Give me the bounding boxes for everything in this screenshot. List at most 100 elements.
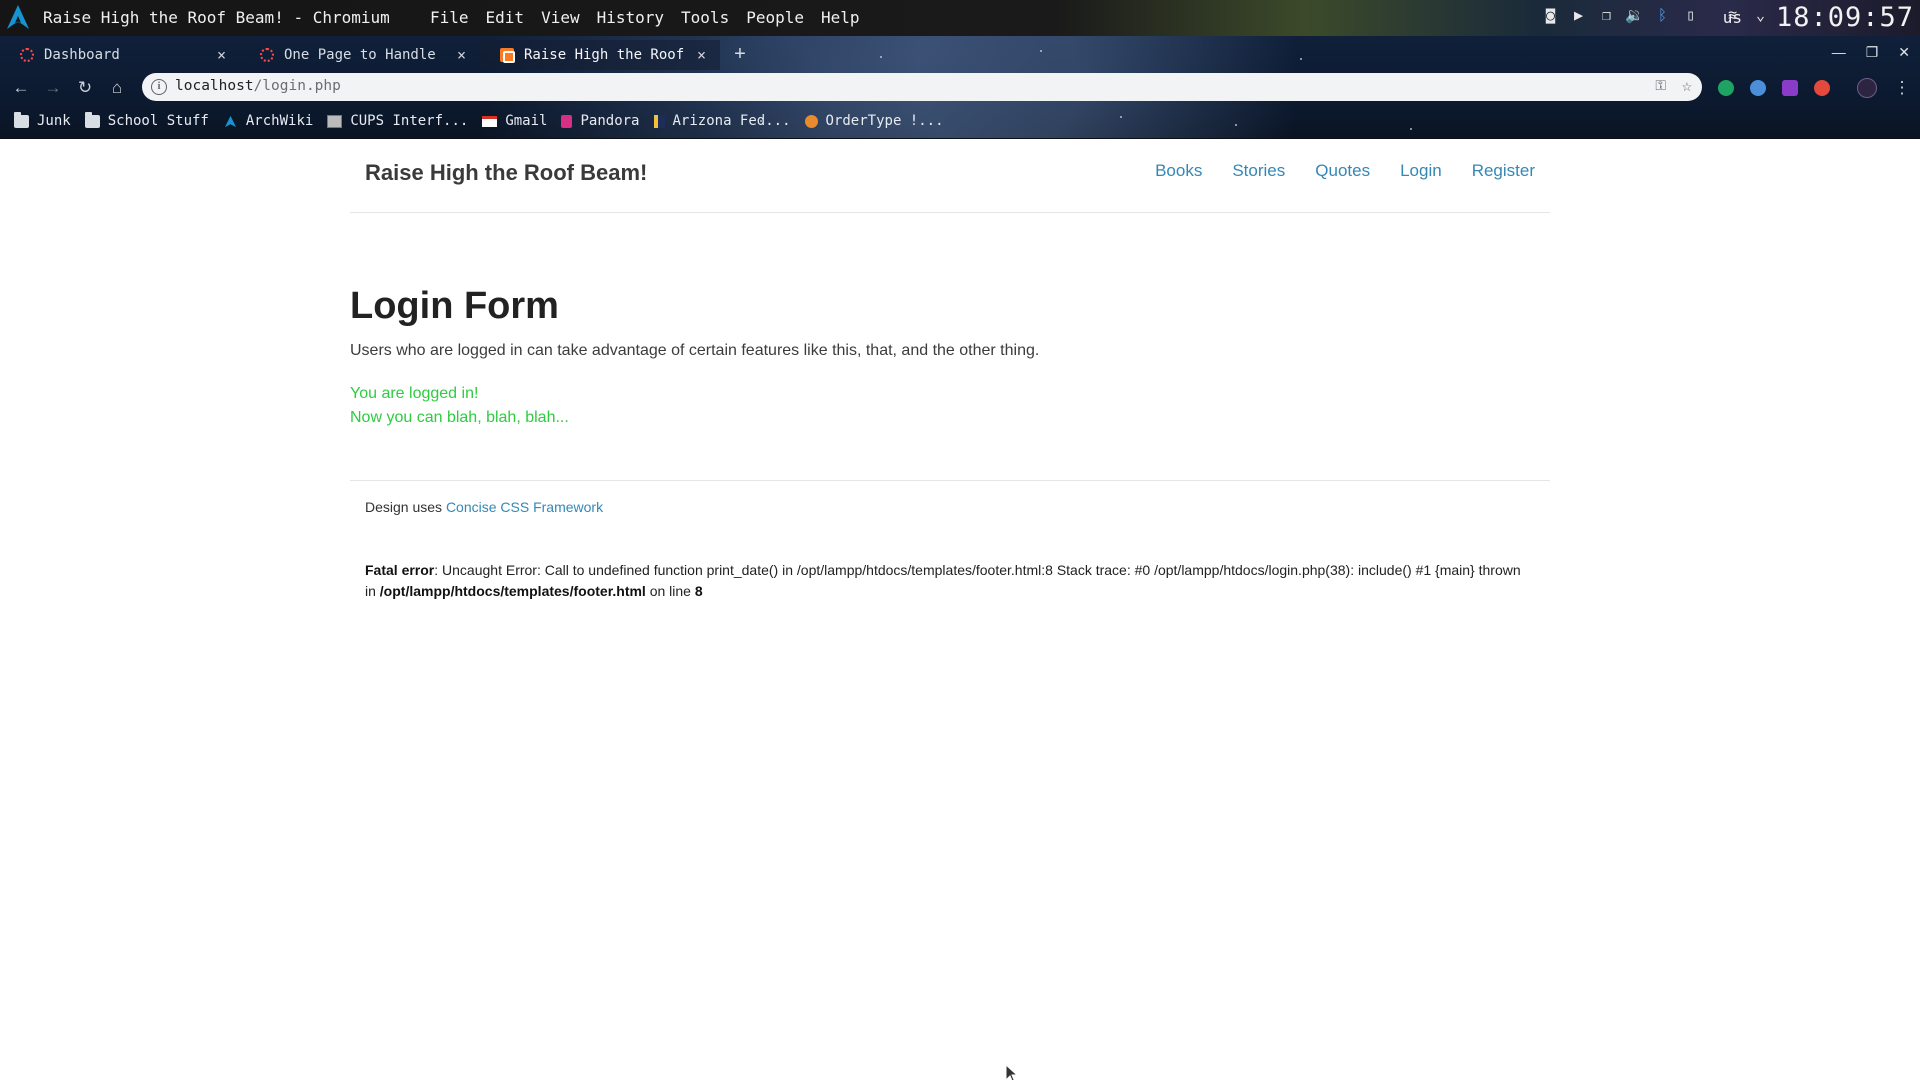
reload-icon[interactable]: ↻ (75, 78, 95, 98)
bookmarks-bar: Junk School Stuff ArchWiki CUPS Interf..… (0, 108, 958, 134)
clock: 18:09:57 (1775, 2, 1914, 33)
tab-label: One Page to Handle (284, 47, 436, 63)
login-success-submessage: Now you can blah, blah, blah... (350, 409, 569, 426)
browser-chrome: Dashboard × One Page to Handle × Raise H… (0, 36, 1920, 139)
wifi-tray-icon[interactable]: ≋ (1723, 6, 1742, 25)
tab-label: Raise High the Roof (524, 47, 685, 63)
bluetooth-tray-icon[interactable]: ᛒ (1653, 6, 1672, 25)
bookmark-gmail[interactable]: Gmail (482, 113, 547, 129)
close-icon[interactable]: × (217, 46, 226, 64)
close-icon[interactable]: × (457, 46, 466, 64)
bookmark-label: Pandora (580, 113, 640, 129)
arch-logo-icon (224, 115, 236, 127)
php-fatal-error: Fatal error: Uncaught Error: Call to und… (365, 560, 1535, 602)
clipboard-tray-icon[interactable]: ❐ (1597, 6, 1616, 25)
back-arrow-icon[interactable]: ← (11, 78, 31, 98)
tab-one-page[interactable]: One Page to Handle × (240, 40, 480, 70)
error-file: /opt/lampp/htdocs/templates/footer.html (379, 583, 646, 599)
menu-people[interactable]: People (746, 8, 804, 27)
bookmark-ordertype[interactable]: OrderType !... (804, 113, 944, 129)
folder-icon (14, 111, 29, 128)
key-icon[interactable]: ⚿ (1655, 78, 1666, 94)
site-info-icon[interactable]: i (151, 79, 167, 95)
ordertype-icon (804, 114, 818, 128)
bookmark-label: OrderType !... (825, 113, 944, 129)
bookmark-label: Arizona Fed... (672, 113, 791, 129)
chevron-down-icon[interactable]: ⌄ (1751, 6, 1770, 25)
page-title: Login Form (350, 285, 559, 327)
pandora-icon (561, 114, 573, 128)
bookmark-label: School Stuff (107, 113, 209, 129)
bookmark-label: Gmail (505, 113, 548, 129)
minimize-icon[interactable]: — (1832, 44, 1846, 61)
profile-avatar[interactable] (1857, 78, 1877, 98)
tab-favicon-icon (20, 48, 34, 62)
tab-favicon-icon (260, 48, 274, 62)
bookmark-archwiki[interactable]: ArchWiki (223, 113, 313, 129)
error-line-number: 8 (694, 583, 703, 599)
gmail-icon (482, 115, 498, 127)
menu-file[interactable]: File (430, 8, 469, 27)
tab-raise-high[interactable]: Raise High the Roof × (480, 40, 720, 70)
cups-icon (327, 114, 343, 128)
footer-credit-text: Design uses (365, 499, 446, 515)
battery-tray-icon[interactable]: ▯ (1681, 6, 1700, 25)
menu-help[interactable]: Help (821, 8, 860, 27)
nav-stories-link[interactable]: Stories (1232, 161, 1285, 181)
address-bar[interactable]: i localhost/login.php ⚿ ☆ (142, 73, 1702, 101)
window-controls: — ❐ ✕ (1832, 44, 1910, 61)
bookmark-label: Junk (37, 113, 71, 129)
close-icon[interactable]: × (697, 46, 706, 64)
arch-linux-logo-icon[interactable] (6, 4, 30, 30)
extension-green-icon[interactable] (1718, 80, 1734, 96)
bookmark-school-stuff[interactable]: School Stuff (84, 111, 209, 129)
site-brand[interactable]: Raise High the Roof Beam! (365, 160, 647, 186)
menu-view[interactable]: View (541, 8, 580, 27)
tab-strip: Dashboard × One Page to Handle × Raise H… (0, 36, 754, 70)
bookmark-arizona-fed[interactable]: Arizona Fed... (653, 113, 791, 129)
tab-dashboard[interactable]: Dashboard × (0, 40, 240, 70)
window-title: Raise High the Roof Beam! - Chromium (43, 8, 390, 27)
network-tray: ≋ ⌄ (1723, 6, 1770, 25)
new-tab-button[interactable]: + (726, 41, 754, 69)
media-player-tray-icon[interactable]: ▶ (1569, 6, 1588, 25)
extension-red-icon[interactable] (1814, 80, 1830, 96)
tab-label: Dashboard (44, 47, 120, 63)
navigation-row: ← → ↻ ⌂ i localhost/login.php ⚿ ☆ ⋮ (0, 72, 1920, 104)
site-header: Raise High the Roof Beam! Books Stories … (350, 139, 1550, 213)
extension-globe-icon[interactable] (1750, 80, 1766, 96)
close-window-icon[interactable]: ✕ (1898, 44, 1910, 61)
concise-css-link[interactable]: Concise CSS Framework (446, 499, 603, 515)
menu-history[interactable]: History (597, 8, 664, 27)
bookmark-cups[interactable]: CUPS Interf... (327, 113, 468, 129)
extension-purple-icon[interactable] (1782, 80, 1798, 96)
menu-tools[interactable]: Tools (681, 8, 729, 27)
restore-icon[interactable]: ❐ (1866, 44, 1879, 61)
desktop-top-bar: Raise High the Roof Beam! - Chromium Fil… (0, 0, 1920, 36)
forward-arrow-icon[interactable]: → (43, 78, 63, 98)
xampp-favicon-icon (500, 48, 515, 63)
bookmark-pandora[interactable]: Pandora (561, 113, 640, 129)
address-url: localhost/login.php (175, 78, 341, 94)
discord-tray-icon[interactable]: ◙ (1541, 6, 1560, 25)
nav-books-link[interactable]: Books (1155, 161, 1202, 181)
nav-register-link[interactable]: Register (1472, 161, 1535, 181)
nav-login-link[interactable]: Login (1400, 161, 1442, 181)
footer-divider (350, 480, 1550, 481)
more-menu-icon[interactable]: ⋮ (1892, 78, 1912, 98)
home-icon[interactable]: ⌂ (107, 78, 127, 98)
footer-credit: Design uses Concise CSS Framework (365, 499, 603, 515)
system-tray: ◙ ▶ ❐ 🔉 ᛒ ▯ (1541, 6, 1700, 25)
bookmark-junk[interactable]: Junk (14, 111, 71, 129)
url-host: localhost (175, 78, 254, 94)
error-on-line: on line (645, 583, 695, 599)
volume-tray-icon[interactable]: 🔉 (1625, 6, 1644, 25)
error-label: Fatal error (365, 562, 435, 578)
site-nav: Books Stories Quotes Login Register (1155, 161, 1535, 181)
app-menu-bar: File Edit View History Tools People Help (430, 8, 860, 27)
bookmark-star-icon[interactable]: ☆ (1682, 76, 1692, 96)
bookmark-label: ArchWiki (245, 113, 314, 129)
menu-edit[interactable]: Edit (486, 8, 525, 27)
arizona-fed-icon (653, 114, 665, 128)
nav-quotes-link[interactable]: Quotes (1315, 161, 1370, 181)
